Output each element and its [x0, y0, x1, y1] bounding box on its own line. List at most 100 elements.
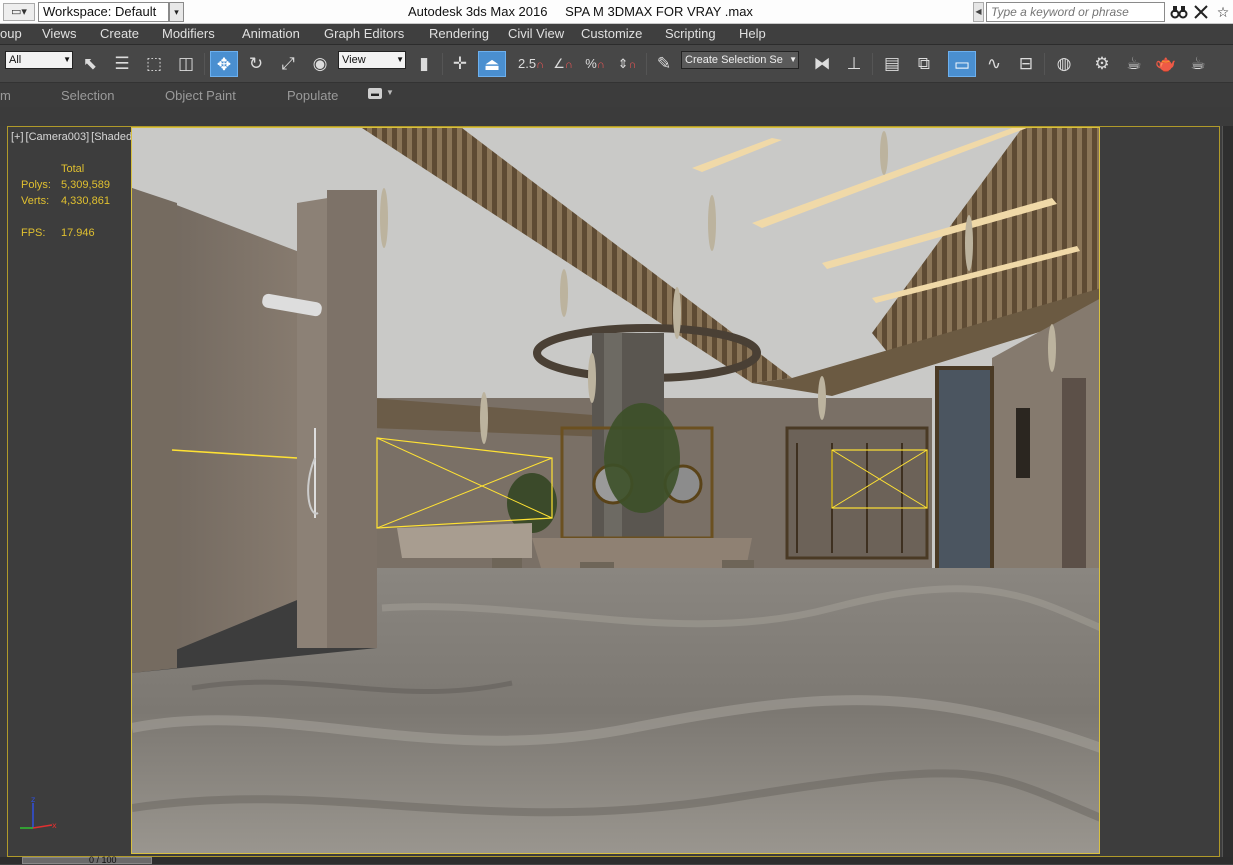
view-axis-tripod: z x	[14, 795, 58, 835]
app-name: Autodesk 3ds Max 2016	[408, 4, 548, 19]
wall-sconce	[1016, 408, 1030, 478]
menu-civil-view[interactable]: Civil View	[508, 26, 564, 41]
angle-snap-icon[interactable]: ∠∩	[548, 51, 578, 77]
menu-modifiers[interactable]: Modifiers	[162, 26, 215, 41]
verts-value: 4,330,861	[61, 195, 110, 207]
spinner-snap-icon[interactable]: ⇕∩	[612, 51, 642, 77]
ribbon-toggle-icon[interactable]: ▭	[948, 51, 976, 77]
viewport-menu-plus[interactable]: [+]	[11, 131, 24, 143]
named-selection-dropdown[interactable]: Create Selection Se ▼	[681, 51, 799, 69]
percent-snap-icon[interactable]: %∩	[580, 51, 610, 77]
menu-animation[interactable]: Animation	[242, 26, 300, 41]
edit-named-selection-icon[interactable]: ✎	[650, 51, 678, 77]
placement-icon[interactable]: ◉	[306, 51, 334, 77]
spa-interior-scene	[132, 128, 1099, 853]
selection-filter-value: All	[9, 54, 22, 66]
align-icon[interactable]: ⊥	[840, 51, 868, 77]
rectangular-selection-icon[interactable]: ⬚	[140, 51, 168, 77]
pendant-lamp	[880, 131, 888, 175]
toolbar-divider	[204, 53, 205, 75]
select-object-icon[interactable]: ⬉	[76, 51, 104, 77]
menu-views[interactable]: Views	[42, 26, 76, 41]
polys-value: 5,309,589	[61, 179, 110, 191]
select-rotate-icon[interactable]: ↻	[242, 51, 270, 77]
mirror-icon[interactable]: ⧓	[808, 51, 836, 77]
ribbon-tab-modeling[interactable]: m	[0, 88, 11, 103]
right-door	[1062, 378, 1086, 588]
keyword-search-input[interactable]	[986, 2, 1165, 22]
reference-coordinate-dropdown[interactable]: View ▼	[338, 51, 406, 69]
ribbon-minimize-button[interactable]: ▬	[368, 88, 382, 99]
pendant-lamp	[380, 188, 388, 248]
plant	[604, 403, 680, 513]
material-editor-icon[interactable]: ◍	[1050, 51, 1078, 77]
camera-viewport-render[interactable]	[131, 127, 1100, 854]
menu-bar: oup Views Create Modifiers Animation Gra…	[0, 24, 1233, 45]
select-move-icon[interactable]: ✥	[210, 51, 238, 77]
workspace-dropdown-arrow[interactable]: ▾	[169, 2, 184, 22]
keyboard-shortcut-override-icon[interactable]: ⏏	[478, 51, 506, 77]
render-setup-icon[interactable]: ⚙	[1088, 51, 1116, 77]
search-collapse-arrow[interactable]: ◀	[973, 2, 984, 22]
viewport-shading-label[interactable]: [Shaded]	[91, 131, 135, 143]
ribbon-tab-selection[interactable]: Selection	[61, 88, 114, 103]
selection-filter-dropdown[interactable]: All ▼	[5, 51, 73, 69]
quick-access-icon[interactable]: ▭▾	[3, 3, 35, 21]
layers-icon[interactable]: ⧉	[910, 51, 938, 77]
menu-create[interactable]: Create	[100, 26, 139, 41]
tools-icon[interactable]	[1192, 3, 1210, 21]
menu-scripting[interactable]: Scripting	[665, 26, 716, 41]
time-slider-thumb[interactable]: 0 / 100	[22, 855, 152, 865]
main-toolbar: All ▼ ⬉ ☰ ⬚ ◫ ✥ ↻ ⤢ ◉ View ▼ ▮ ✛ ⏏ 2.5∩ ∠∩…	[0, 45, 1233, 83]
menu-rendering[interactable]: Rendering	[429, 26, 489, 41]
star-icon[interactable]: ☆	[1214, 3, 1232, 21]
rendered-frame-window-icon[interactable]: ☕	[1120, 51, 1148, 77]
polys-label: Polys:	[21, 179, 51, 191]
toolbar-divider	[646, 53, 647, 75]
layer-manager-icon[interactable]: ▤	[878, 51, 906, 77]
time-slider[interactable]: 0 / 100	[0, 855, 1233, 865]
named-selection-value: Create Selection Se	[685, 54, 783, 66]
menu-customize[interactable]: Customize	[581, 26, 642, 41]
title-bar: ▭▾ Workspace: Default ▾ Autodesk 3ds Max…	[0, 0, 1233, 24]
command-panel-edge[interactable]	[1222, 126, 1233, 864]
curve-editor-icon[interactable]: ∿	[980, 51, 1008, 77]
shower-wall-side	[327, 190, 377, 648]
ribbon-panel-strip	[0, 107, 1233, 126]
snaps-toggle[interactable]: 2.5∩	[516, 51, 546, 77]
ribbon-bar: m Selection Object Paint Populate ▬ ▼	[0, 83, 1233, 107]
select-by-name-icon[interactable]: ☰	[108, 51, 136, 77]
workspace-dropdown[interactable]: Workspace: Default	[38, 2, 169, 22]
viewport-camera-label[interactable]: [Camera003]	[26, 131, 90, 143]
window-title: Autodesk 3ds Max 2016 SPA M 3DMAX FOR VR…	[408, 4, 767, 19]
file-name: SPA M 3DMAX FOR VRAY .max	[565, 4, 753, 19]
schematic-view-icon[interactable]: ⊟	[1012, 51, 1040, 77]
menu-help[interactable]: Help	[739, 26, 766, 41]
stats-header: Total	[61, 163, 85, 175]
ribbon-tab-populate[interactable]: Populate	[287, 88, 338, 103]
pendant-lamp	[818, 376, 826, 420]
menu-group[interactable]: oup	[0, 26, 22, 41]
pendant-lamp	[1048, 324, 1056, 372]
snap-value: 2.5	[518, 56, 537, 71]
menu-graph-editors[interactable]: Graph Editors	[324, 26, 404, 41]
binoculars-icon[interactable]	[1170, 3, 1188, 21]
render-production-icon[interactable]: 🫖	[1152, 51, 1180, 77]
ribbon-tab-object-paint[interactable]: Object Paint	[165, 88, 236, 103]
fps-label: FPS:	[21, 227, 46, 239]
render-iterative-icon[interactable]: ☕	[1184, 51, 1212, 77]
viewport-label[interactable]: [+] [Camera003] [Shaded]	[11, 131, 137, 143]
select-scale-icon[interactable]: ⤢	[274, 51, 302, 77]
stairs	[397, 523, 532, 558]
pendant-lamp	[965, 215, 973, 271]
reference-coordinate-value: View	[342, 54, 366, 66]
pendant-lamp	[560, 269, 568, 317]
pivot-center-icon[interactable]: ▮	[410, 51, 438, 77]
pendant-lamp	[673, 287, 681, 339]
left-wall-edge	[132, 188, 177, 673]
select-manipulate-icon[interactable]: ✛	[446, 51, 474, 77]
window-crossing-icon[interactable]: ◫	[172, 51, 200, 77]
right-painting	[935, 366, 994, 590]
ribbon-options-arrow[interactable]: ▼	[386, 88, 394, 97]
verts-label: Verts:	[21, 195, 50, 207]
